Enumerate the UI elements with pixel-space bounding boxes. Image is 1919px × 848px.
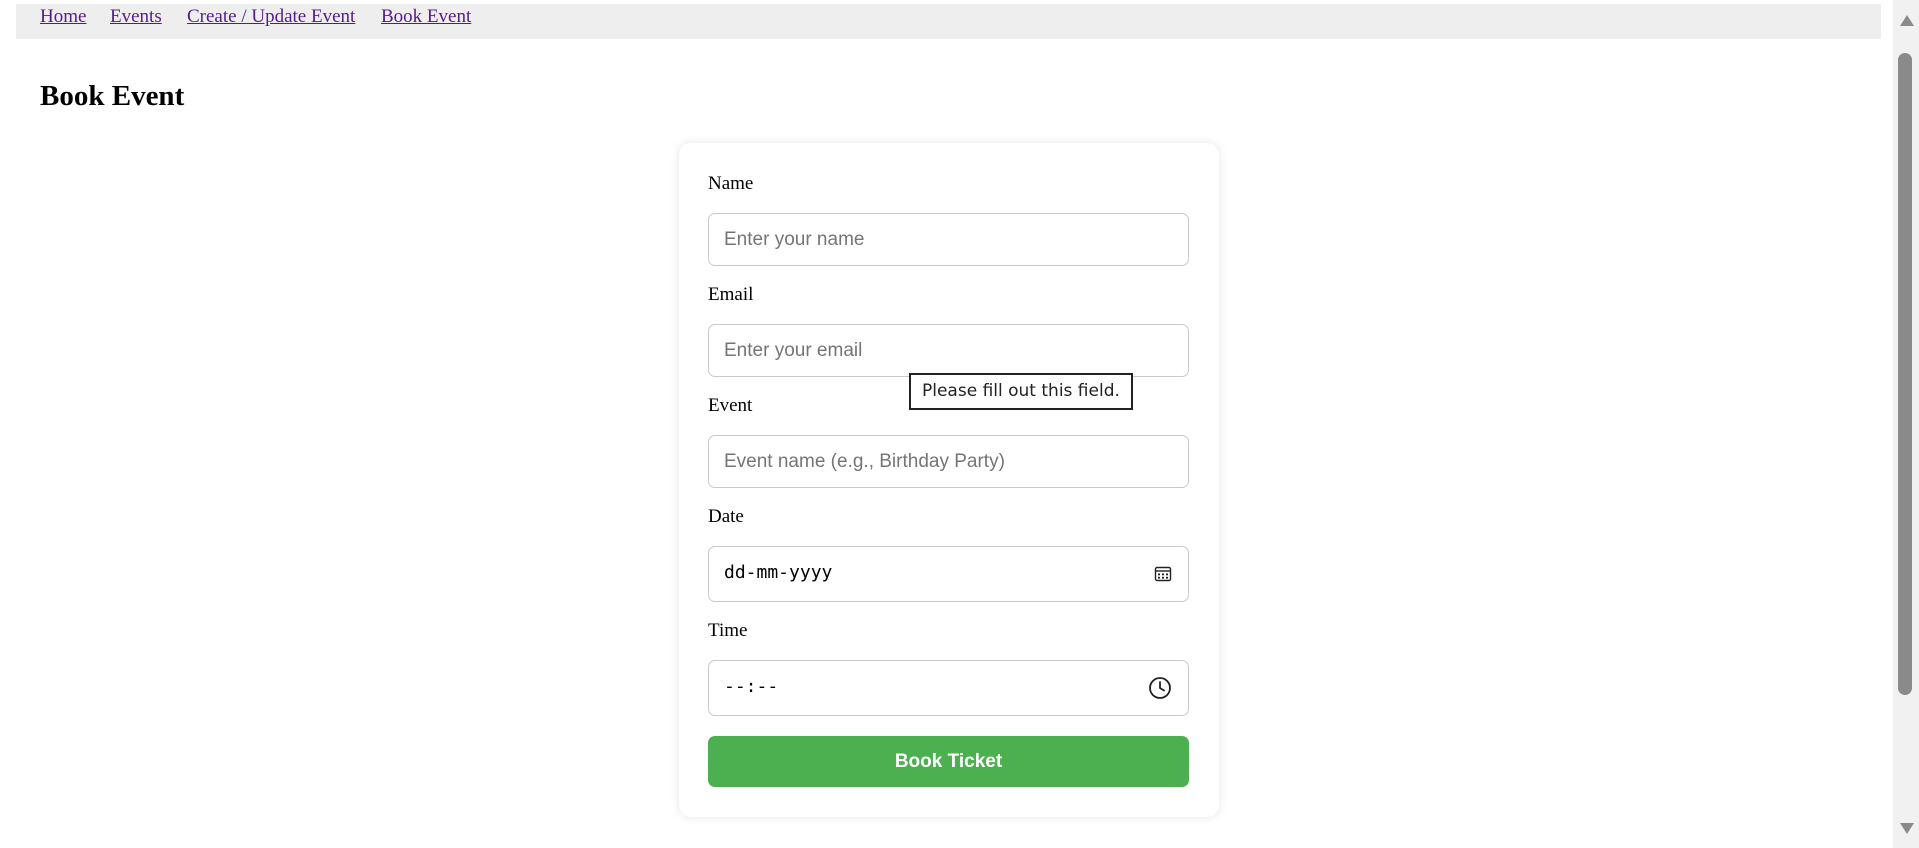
event-input[interactable] xyxy=(708,435,1189,488)
nav-link-events[interactable]: Events xyxy=(110,6,162,28)
scroll-down-arrow-icon[interactable] xyxy=(1900,823,1914,834)
page-title: Book Event xyxy=(40,80,185,112)
nav-link-book-event[interactable]: Book Event xyxy=(381,6,471,28)
scroll-up-arrow-icon[interactable] xyxy=(1900,15,1914,26)
date-input[interactable]: dd-mm-yyyy xyxy=(708,546,1189,602)
name-input[interactable] xyxy=(708,213,1189,266)
name-label: Name xyxy=(708,173,754,194)
date-label: Date xyxy=(708,506,744,527)
booking-form: Name Email Event Date dd-mm-yyyy xyxy=(679,143,1219,817)
email-input[interactable] xyxy=(708,324,1189,377)
date-input-value: dd-mm-yyyy xyxy=(724,562,833,583)
nav-link-home[interactable]: Home xyxy=(40,6,86,28)
nav-link-create-update-event[interactable]: Create / Update Event xyxy=(187,6,355,28)
time-input-value: --:-- xyxy=(724,676,779,697)
email-label: Email xyxy=(708,284,754,305)
time-input[interactable]: --:-- xyxy=(708,660,1189,716)
book-ticket-button[interactable]: Book Ticket xyxy=(708,736,1189,787)
browser-viewport: Home Events Create / Update Event Book E… xyxy=(0,0,1919,848)
event-label: Event xyxy=(708,395,753,416)
time-label: Time xyxy=(708,620,748,641)
vertical-scrollbar[interactable] xyxy=(1893,0,1919,848)
scrollbar-thumb[interactable] xyxy=(1898,53,1912,695)
top-nav: Home Events Create / Update Event Book E… xyxy=(16,4,1881,39)
calendar-icon[interactable] xyxy=(1154,565,1172,588)
validation-tooltip: Please fill out this field. xyxy=(909,373,1133,410)
clock-icon[interactable] xyxy=(1148,676,1172,705)
